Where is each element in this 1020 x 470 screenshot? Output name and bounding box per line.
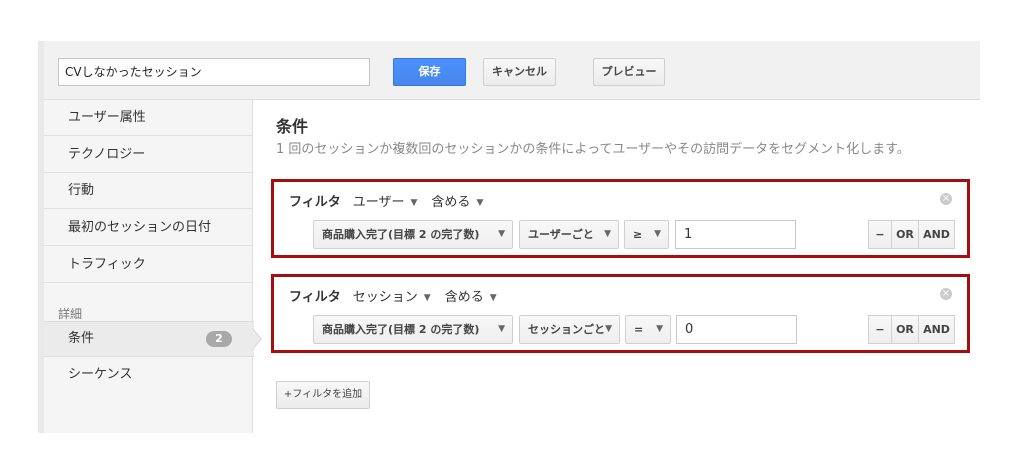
and-button[interactable]: AND — [918, 315, 955, 344]
close-circle-icon[interactable]: × — [940, 288, 952, 300]
sidebar: ユーザー属性 テクノロジー 行動 最初のセッションの日付 トラフィック シーケン… — [44, 100, 253, 433]
segment-name-input[interactable]: CVしなかったセッション — [58, 58, 370, 86]
close-circle-icon[interactable]: × — [940, 193, 952, 205]
filter-row: フィルタ セッション ▼ 含める ▼ × 商品購入完了(目標 2 の完了数) ▼ セッショ… — [271, 274, 970, 353]
metric-label: 商品購入完了(目標 2 の完了数) — [322, 323, 480, 336]
remove-condition-button[interactable]: − — [868, 315, 892, 344]
per-label: ユーザーごと — [528, 228, 594, 241]
operator-dropdown[interactable]: ≥ ▼ — [624, 220, 669, 249]
scope-label: セッション — [352, 290, 418, 305]
add-filter-button[interactable]: +フィルタを追加 — [276, 381, 370, 409]
sidebar-section-advanced: 詳細 — [58, 307, 83, 321]
sidebar-item-first-session-date[interactable]: 最初のセッションの日付 — [44, 210, 252, 246]
scope-dropdown[interactable]: ユーザー ▼ — [353, 195, 432, 210]
operator-dropdown[interactable]: = ▼ — [625, 315, 671, 344]
sidebar-item-demographics[interactable]: ユーザー属性 — [44, 100, 252, 136]
caret-down-icon: ▼ — [489, 293, 497, 303]
filter-label: フィルタ — [289, 290, 341, 305]
filter-header: フィルタ セッション ▼ 含める ▼ — [289, 286, 511, 305]
per-dropdown[interactable]: セッションごと ▼ — [519, 315, 620, 344]
include-dropdown[interactable]: 含める ▼ — [431, 195, 497, 210]
or-button[interactable]: OR — [891, 315, 919, 344]
save-button[interactable]: 保存 — [393, 58, 466, 86]
caret-down-icon: ▼ — [476, 198, 484, 208]
caret-down-icon: ▼ — [654, 229, 661, 239]
cancel-button[interactable]: キャンセル — [483, 58, 556, 86]
value-input[interactable]: 1 — [675, 220, 796, 249]
caret-down-icon: ▼ — [410, 198, 418, 208]
active-pointer — [252, 329, 260, 349]
sidebar-item-label: 条件 — [68, 331, 95, 346]
value-input[interactable]: 0 — [676, 315, 797, 344]
preview-button[interactable]: プレビュー — [593, 58, 665, 86]
filter-header: フィルタ ユーザー ▼ 含める ▼ — [289, 191, 497, 210]
include-label: 含める — [444, 290, 484, 305]
page-description: 1 回のセッションか複数回のセッションかの条件によってユーザーやその訪問データを… — [276, 142, 910, 157]
per-label: セッションごと — [528, 323, 605, 336]
sidebar-item-conditions[interactable]: 条件 2 — [44, 321, 254, 357]
scope-label: ユーザー — [352, 195, 405, 210]
metric-label: 商品購入完了(目標 2 の完了数) — [322, 228, 480, 241]
caret-down-icon: ▼ — [604, 229, 611, 239]
metric-dropdown[interactable]: 商品購入完了(目標 2 の完了数) ▼ — [313, 315, 513, 344]
and-button[interactable]: AND — [918, 220, 955, 249]
remove-condition-button[interactable]: − — [868, 220, 892, 249]
filter-row: フィルタ ユーザー ▼ 含める ▼ × 商品購入完了(目標 2 の完了数) ▼ ユーザーご… — [271, 179, 970, 258]
caret-down-icon: ▼ — [656, 324, 663, 334]
or-button[interactable]: OR — [891, 220, 919, 249]
filter-label: フィルタ — [289, 195, 341, 210]
metric-dropdown[interactable]: 商品購入完了(目標 2 の完了数) ▼ — [313, 220, 513, 249]
per-dropdown[interactable]: ユーザーごと ▼ — [519, 220, 619, 249]
sidebar-item-sequences[interactable]: シーケンス — [44, 357, 252, 393]
include-dropdown[interactable]: 含める ▼ — [445, 290, 511, 305]
sidebar-item-technology[interactable]: テクノロジー — [44, 137, 252, 173]
caret-down-icon: ▼ — [498, 324, 505, 334]
caret-down-icon: ▼ — [498, 229, 505, 239]
scope-dropdown[interactable]: セッション ▼ — [353, 290, 445, 305]
caret-down-icon: ▼ — [605, 324, 612, 334]
operator-label: = — [634, 323, 644, 336]
page-title: 条件 — [276, 117, 309, 136]
conditions-count-badge: 2 — [206, 331, 232, 347]
caret-down-icon: ▼ — [423, 293, 431, 303]
sidebar-item-behavior[interactable]: 行動 — [44, 173, 252, 209]
sidebar-item-traffic[interactable]: トラフィック — [44, 247, 252, 283]
include-label: 含める — [431, 195, 471, 210]
operator-label: ≥ — [633, 228, 643, 241]
